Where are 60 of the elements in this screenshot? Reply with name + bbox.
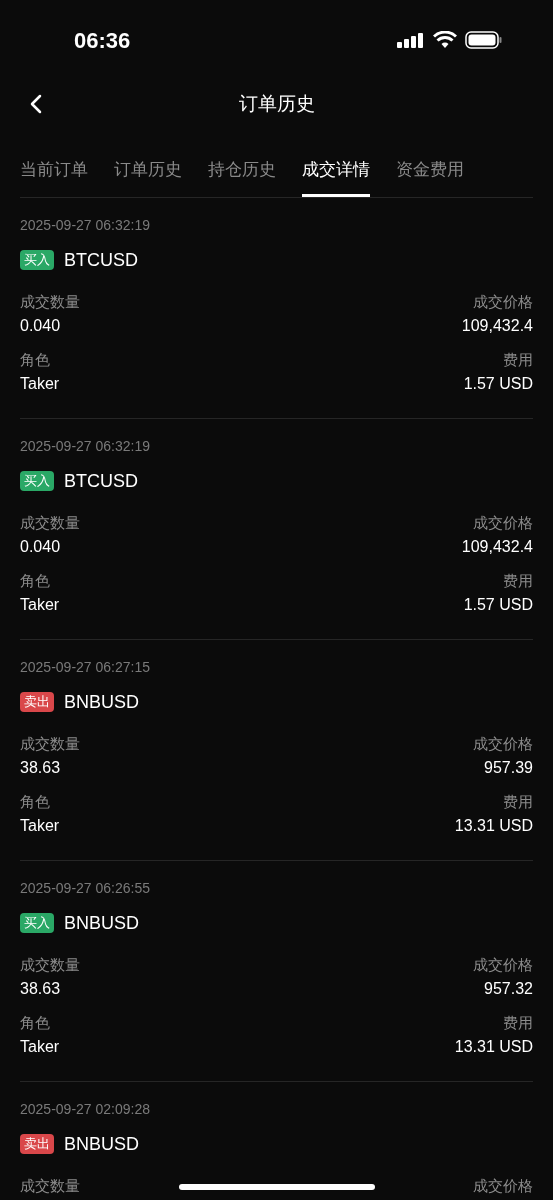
field-label: 成交数量 bbox=[20, 955, 80, 975]
trade-symbol: BNBUSD bbox=[64, 1132, 139, 1156]
field-value: Taker bbox=[20, 595, 60, 615]
field-value: 0.040 bbox=[20, 316, 61, 336]
field-value: 109,432.4 bbox=[461, 537, 533, 557]
field-value: Taker bbox=[20, 1037, 60, 1057]
trade-symbol: BTCUSD bbox=[64, 469, 138, 493]
field-label: 费用 bbox=[503, 1013, 533, 1033]
field-value: 13.31 USD bbox=[454, 1037, 533, 1057]
tab[interactable]: 资金费用 bbox=[396, 160, 464, 197]
wifi-icon bbox=[433, 31, 457, 49]
field-value: 957.32 bbox=[484, 979, 533, 999]
battery-icon bbox=[465, 31, 503, 49]
trade-time: 2025-09-27 06:26:55 bbox=[20, 879, 151, 897]
side-badge: 买入 bbox=[20, 471, 54, 491]
field-label: 成交数量 bbox=[20, 513, 80, 533]
field-value: 1.57 USD bbox=[463, 595, 533, 615]
field-label: 费用 bbox=[503, 350, 533, 370]
field-value: Taker bbox=[20, 374, 60, 394]
trade-symbol: BTCUSD bbox=[64, 248, 138, 272]
tab[interactable]: 持仓历史 bbox=[208, 160, 276, 197]
side-badge: 买入 bbox=[20, 250, 54, 270]
field-label: 成交数量 bbox=[20, 734, 80, 754]
field-label: 成交数量 bbox=[20, 1176, 80, 1196]
trade-symbol: BNBUSD bbox=[64, 911, 139, 935]
field-value: 109,432.4 bbox=[461, 316, 533, 336]
field-label: 费用 bbox=[503, 792, 533, 812]
page-title: 订单历史 bbox=[238, 91, 315, 116]
tab[interactable]: 当前订单 bbox=[20, 160, 88, 197]
signal-icon bbox=[397, 32, 425, 48]
field-label: 成交价格 bbox=[473, 1176, 533, 1196]
field-label: 角色 bbox=[20, 571, 50, 591]
field-value: Taker bbox=[20, 816, 60, 836]
side-badge: 卖出 bbox=[20, 1134, 54, 1154]
tab[interactable]: 成交详情 bbox=[302, 160, 370, 197]
side-badge: 卖出 bbox=[20, 692, 54, 712]
field-label: 角色 bbox=[20, 1013, 50, 1033]
trade-time: 2025-09-27 06:32:19 bbox=[20, 437, 151, 455]
status-time: 06:36 bbox=[74, 26, 131, 55]
field-label: 成交价格 bbox=[473, 955, 533, 975]
field-label: 成交价格 bbox=[473, 292, 533, 312]
field-value: 38.63 bbox=[20, 758, 61, 778]
field-value: 957.39 bbox=[484, 758, 533, 778]
trade-time: 2025-09-27 06:27:15 bbox=[20, 658, 151, 676]
tab[interactable]: 订单历史 bbox=[114, 160, 182, 197]
field-label: 成交价格 bbox=[473, 734, 533, 754]
trade-time: 2025-09-27 06:32:19 bbox=[20, 216, 151, 234]
field-value: 1.57 USD bbox=[463, 374, 533, 394]
field-label: 成交数量 bbox=[20, 292, 80, 312]
field-label: 成交价格 bbox=[473, 513, 533, 533]
field-label: 角色 bbox=[20, 792, 50, 812]
trade-time: 2025-09-27 02:09:28 bbox=[20, 1100, 151, 1118]
side-badge: 买入 bbox=[20, 913, 54, 933]
field-label: 角色 bbox=[20, 350, 50, 370]
field-label: 费用 bbox=[503, 571, 533, 591]
field-value: 0.040 bbox=[20, 537, 61, 557]
field-value: 38.63 bbox=[20, 979, 61, 999]
field-value: 13.31 USD bbox=[454, 816, 533, 836]
back-icon bbox=[29, 94, 43, 114]
trade-symbol: BNBUSD bbox=[64, 690, 139, 714]
